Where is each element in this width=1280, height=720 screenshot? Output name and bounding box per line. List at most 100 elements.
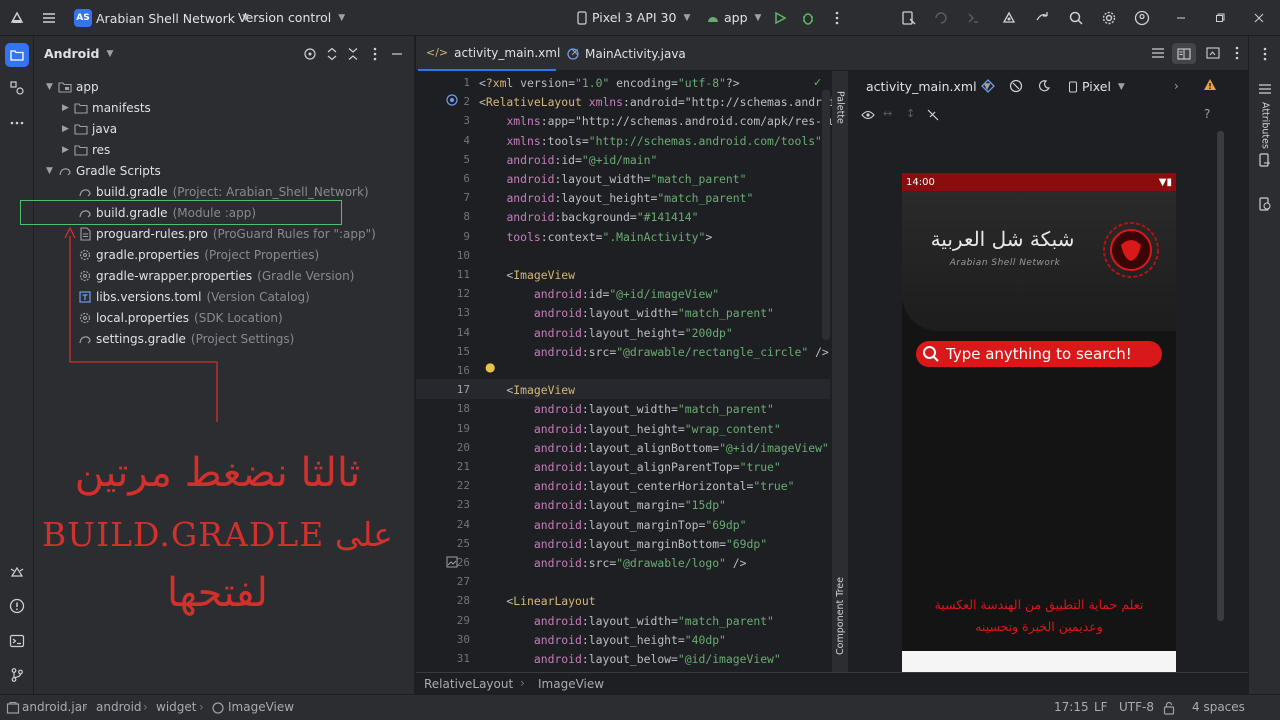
- status-time: 14:00: [906, 176, 935, 188]
- project-badge: AS: [74, 9, 92, 27]
- attributes-tab[interactable]: Attributes: [1258, 100, 1272, 150]
- design-view-icon[interactable]: [1202, 42, 1224, 64]
- search-icon[interactable]: [1065, 7, 1087, 29]
- caret-position[interactable]: 17:15: [1054, 700, 1089, 714]
- resource-manager-icon[interactable]: [6, 77, 28, 99]
- project-view-selector[interactable]: Android ▼: [44, 46, 113, 61]
- tree-item-java[interactable]: ▶ java: [62, 118, 117, 139]
- lightbulb-icon[interactable]: ●: [485, 360, 495, 374]
- file-encoding[interactable]: UTF-8: [1119, 700, 1154, 714]
- code-line: android:layout_width="match_parent": [533, 306, 774, 321]
- status-path-item[interactable]: android.jar: [22, 700, 87, 714]
- tab-activity-main[interactable]: </> activity_main.xml ✕: [418, 36, 580, 71]
- hide-panel-icon[interactable]: [386, 43, 408, 65]
- settings-gear-icon[interactable]: [1098, 7, 1120, 29]
- line-separator[interactable]: LF: [1094, 700, 1108, 714]
- gutter-image-icon[interactable]: [446, 556, 458, 568]
- warning-icon[interactable]: [1203, 78, 1217, 91]
- restore-window-icon[interactable]: [1209, 7, 1231, 29]
- orientation-icon[interactable]: [1005, 75, 1027, 97]
- run-config-selector[interactable]: app ▼: [706, 10, 761, 25]
- tree-item-app[interactable]: ▼ app: [46, 76, 99, 97]
- status-path-item[interactable]: ImageView: [228, 700, 294, 714]
- preview-file-selector[interactable]: activity_main.xml ▼: [866, 79, 991, 94]
- android-icon: [708, 16, 718, 22]
- debug-icon[interactable]: [797, 7, 819, 29]
- logo-arabic-text: شبكة شل العربية: [930, 227, 1075, 251]
- collapse-all-icon[interactable]: [342, 43, 364, 65]
- breadcrumb-item-relativelayout[interactable]: RelativeLayout: [424, 677, 513, 691]
- gutter-layout-icon[interactable]: [446, 94, 458, 106]
- status-path-item[interactable]: android: [96, 700, 142, 714]
- notifications-icon[interactable]: [1254, 43, 1276, 65]
- annotation-line-2: على BUILD.GRADLE: [42, 515, 393, 554]
- tree-item-res[interactable]: ▶ res: [62, 139, 110, 160]
- line-number: 23: [456, 498, 470, 512]
- status-path-item[interactable]: widget: [156, 700, 196, 714]
- view-options-eye-icon[interactable]: [857, 104, 879, 126]
- line-number: 19: [456, 421, 470, 435]
- panel-options-icon[interactable]: [364, 43, 386, 65]
- locate-file-icon[interactable]: [299, 43, 321, 65]
- editor-scrollbar[interactable]: [822, 90, 830, 340]
- preview-device-selector[interactable]: Pixel ▼: [1068, 79, 1125, 94]
- version-control-icon[interactable]: [6, 664, 28, 686]
- code-line: android:layout_alignBottom="@+id/imageVi…: [533, 440, 829, 455]
- design-surface-icon[interactable]: [977, 75, 999, 97]
- code-line: android:layout_below="@id/imageView": [533, 652, 781, 666]
- code-line: android:id="@+id/imageView": [533, 287, 720, 302]
- minimize-window-icon[interactable]: [1170, 7, 1192, 29]
- night-mode-icon[interactable]: [1033, 75, 1055, 97]
- android-studio-logo-icon[interactable]: [6, 7, 28, 29]
- terminal-icon[interactable]: [6, 630, 28, 652]
- tree-item-gradle-scripts[interactable]: ▼ Gradle Scripts: [46, 160, 161, 181]
- logcat-icon[interactable]: [6, 561, 28, 583]
- device-selector[interactable]: Pixel 3 API 30 ▼: [576, 10, 690, 25]
- chevron-right-icon[interactable]: ›: [1174, 79, 1179, 93]
- code-view-icon[interactable]: [1147, 42, 1169, 64]
- tree-item-manifests[interactable]: ▶ manifests: [62, 97, 151, 118]
- main-menu-icon[interactable]: [38, 7, 60, 29]
- device-manager-icon[interactable]: [898, 7, 920, 29]
- line-number: 18: [456, 402, 470, 416]
- more-actions-icon[interactable]: [826, 7, 848, 29]
- horizontal-resize-icon[interactable]: ↔: [883, 107, 892, 120]
- component-tree-tab[interactable]: Component Tree: [833, 566, 847, 666]
- project-selector[interactable]: AS Arabian Shell Network ▼: [74, 9, 249, 27]
- breadcrumb-item-imageview[interactable]: ImageView: [538, 677, 604, 691]
- project-view-title: Android: [44, 46, 100, 61]
- split-view-icon[interactable]: [1172, 43, 1196, 64]
- sdk-manager-icon[interactable]: [998, 7, 1020, 29]
- run-icon[interactable]: [769, 7, 791, 29]
- tree-item-build-gradle-project[interactable]: build.gradle (Project: Arabian_Shell_Net…: [78, 181, 369, 202]
- vcs-selector[interactable]: Version control ▼: [238, 10, 345, 25]
- account-icon[interactable]: [1131, 7, 1153, 29]
- phone-screen[interactable]: 14:00 ▼▮ شبكة شل العربية Arabian Shell N…: [902, 173, 1176, 673]
- indent-setting[interactable]: 4 spaces: [1192, 700, 1245, 714]
- disable-autoconnect-icon[interactable]: [922, 104, 944, 126]
- phone-status-bar: 14:00 ▼▮: [902, 173, 1176, 191]
- vcs-label: Version control: [238, 10, 332, 25]
- device-explorer-icon[interactable]: [1254, 193, 1276, 215]
- attributes-menu-icon[interactable]: [1254, 78, 1276, 100]
- apply-changes-icon[interactable]: [930, 7, 952, 29]
- help-icon[interactable]: ?: [1204, 107, 1210, 121]
- running-devices-icon[interactable]: [1254, 149, 1276, 171]
- tab-options-icon[interactable]: [1226, 42, 1248, 64]
- apply-code-changes-icon[interactable]: [962, 7, 984, 29]
- line-number: 3: [463, 114, 470, 128]
- problems-icon[interactable]: [6, 595, 28, 617]
- more-tools-icon[interactable]: [6, 112, 28, 134]
- search-bar[interactable]: Type anything to search!: [916, 341, 1162, 367]
- tab-main-activity[interactable]: MainActivity.java: [559, 36, 694, 71]
- lock-icon[interactable]: [1163, 701, 1175, 715]
- line-number: 24: [456, 517, 470, 531]
- vertical-resize-icon[interactable]: ↕: [906, 107, 915, 120]
- close-window-icon[interactable]: [1248, 7, 1270, 29]
- preview-scrollbar[interactable]: [1217, 131, 1224, 621]
- expand-all-icon[interactable]: [321, 43, 343, 65]
- palette-tab[interactable]: Palette: [833, 77, 847, 137]
- project-folder-icon[interactable]: [5, 43, 29, 67]
- sync-gradle-icon[interactable]: [1031, 7, 1053, 29]
- code-line: android:layout_marginBottom="69dp": [533, 536, 768, 551]
